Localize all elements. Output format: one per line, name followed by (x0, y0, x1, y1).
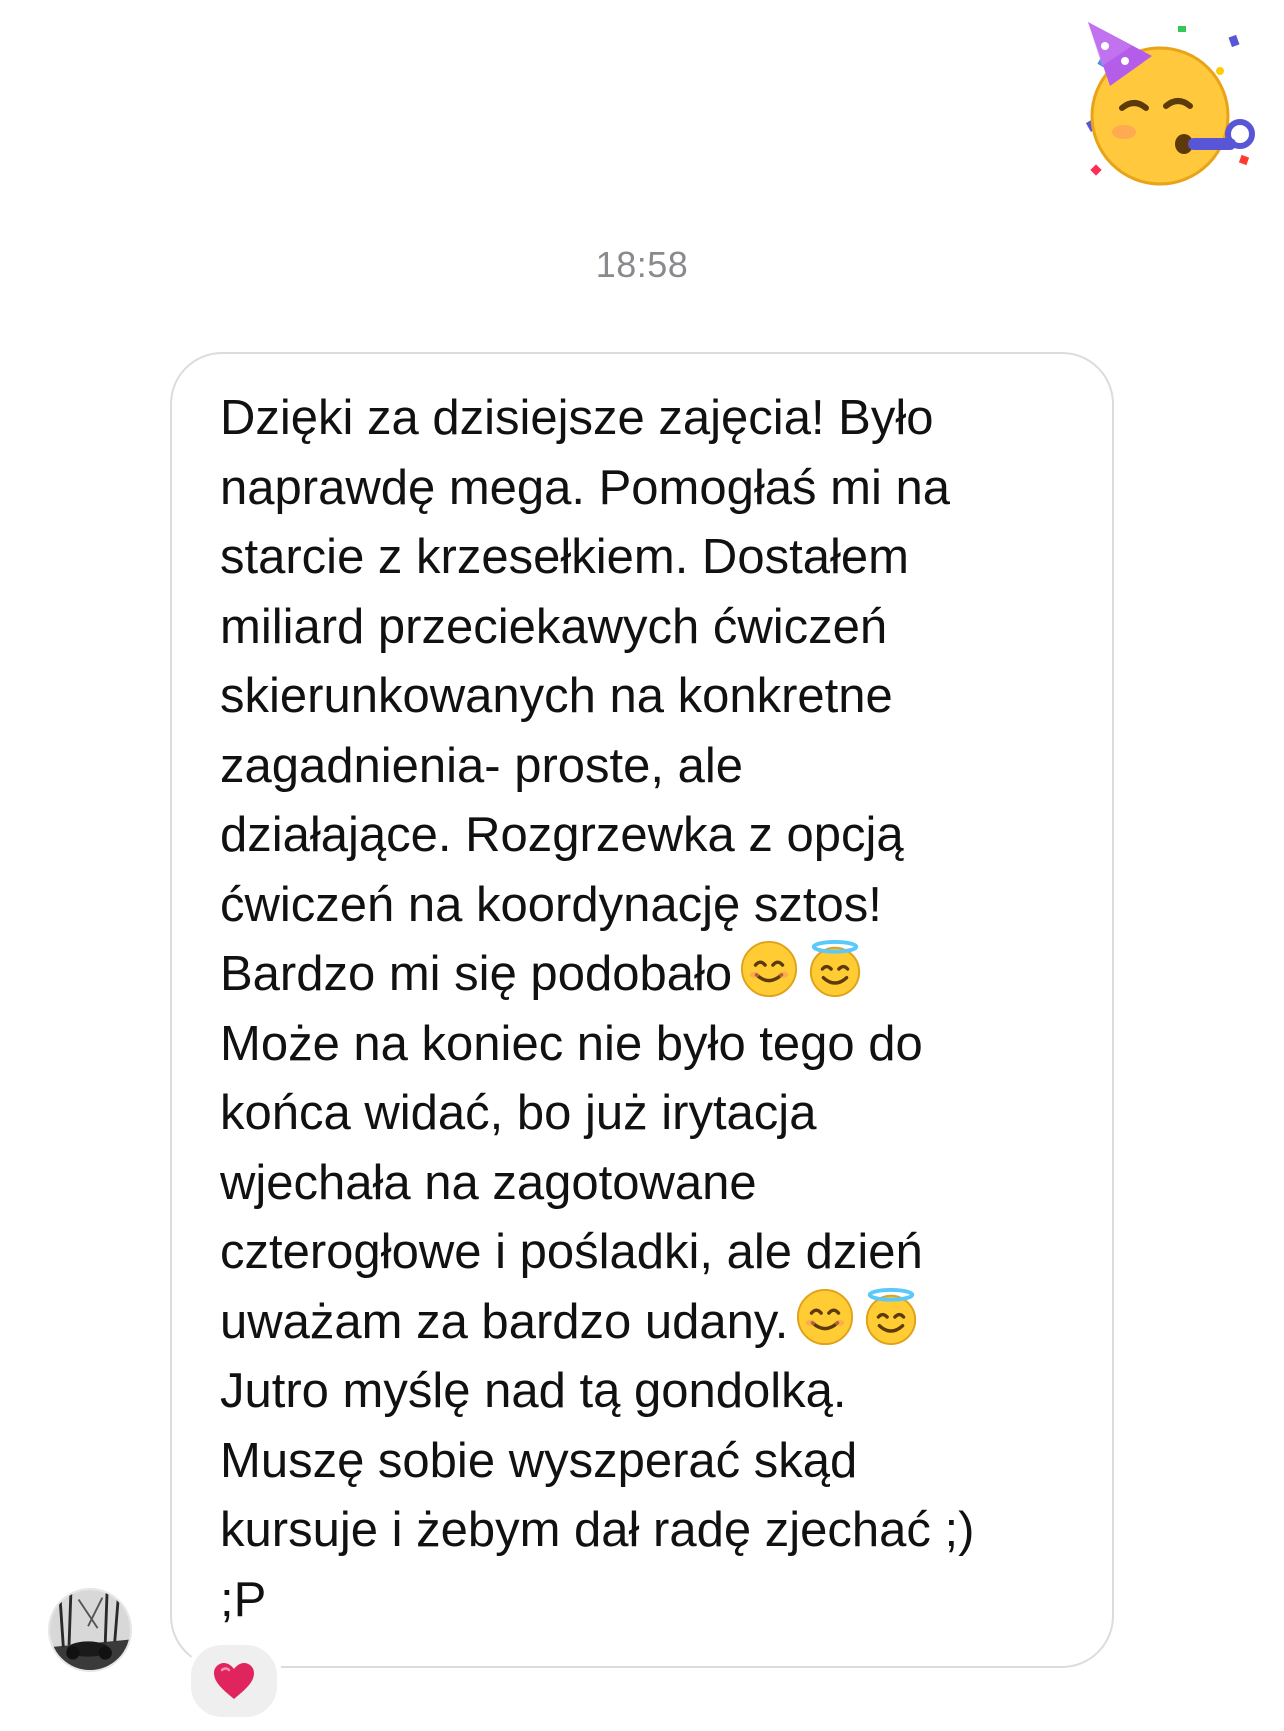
message-line: wjechała na zagotowane (220, 1155, 757, 1210)
message-text: Dzięki za dzisiejsze zajęcia! Było napra… (220, 384, 1072, 1635)
message-line: starcie z krzesełkiem. Dostałem (220, 530, 909, 584)
halo-face-icon (806, 940, 864, 998)
smiling-face-icon (796, 1288, 854, 1346)
message-line: ćwiczeń na koordynację sztos! (220, 877, 882, 932)
partying-face-icon (1080, 16, 1260, 196)
message-line-with-emoji: Bardzo mi się podobało (220, 940, 1072, 1010)
message-line-text: uważam za bardzo udany. (220, 1294, 789, 1349)
message-line: kursuje i żebym dał radę zjechać ;) (220, 1503, 975, 1557)
halo-face-icon (862, 1287, 920, 1346)
message-line: Może na koniec nie było tego do (220, 1016, 923, 1071)
message-line-with-emoji: uważam za bardzo udany. (220, 1287, 1072, 1358)
avatar[interactable] (48, 1588, 132, 1672)
message-line-text: Bardzo mi się podobało (220, 947, 733, 1001)
message-bubble[interactable]: Dzięki za dzisiejsze zajęcia! Było napra… (170, 352, 1114, 1668)
smiling-face-icon (740, 940, 798, 998)
heart-icon (214, 1663, 254, 1699)
message-line: ;P (220, 1572, 267, 1627)
message-line: Muszę sobie wyszperać skąd (220, 1433, 858, 1488)
message-line: miliard przeciekawych ćwiczeń (220, 599, 888, 654)
message-timestamp: 18:58 (595, 244, 689, 285)
message-line: działające. Rozgrzewka z opcją (220, 808, 904, 862)
message-line: Jutro myślę nad tą gondolką. (220, 1364, 847, 1418)
message-line: zagadnienia- proste, ale (220, 738, 744, 793)
message-line: czterogłowe i pośladki, ale dzień (220, 1225, 923, 1279)
message-line: końca widać, bo już irytacja (220, 1086, 817, 1140)
reaction-badge[interactable] (186, 1640, 282, 1722)
message-line: Dzięki za dzisiejsze zajęcia! Było (220, 391, 934, 445)
message-line: naprawdę mega. Pomogłaś mi na (220, 460, 950, 515)
message-line: skierunkowanych na konkretne (220, 669, 893, 723)
